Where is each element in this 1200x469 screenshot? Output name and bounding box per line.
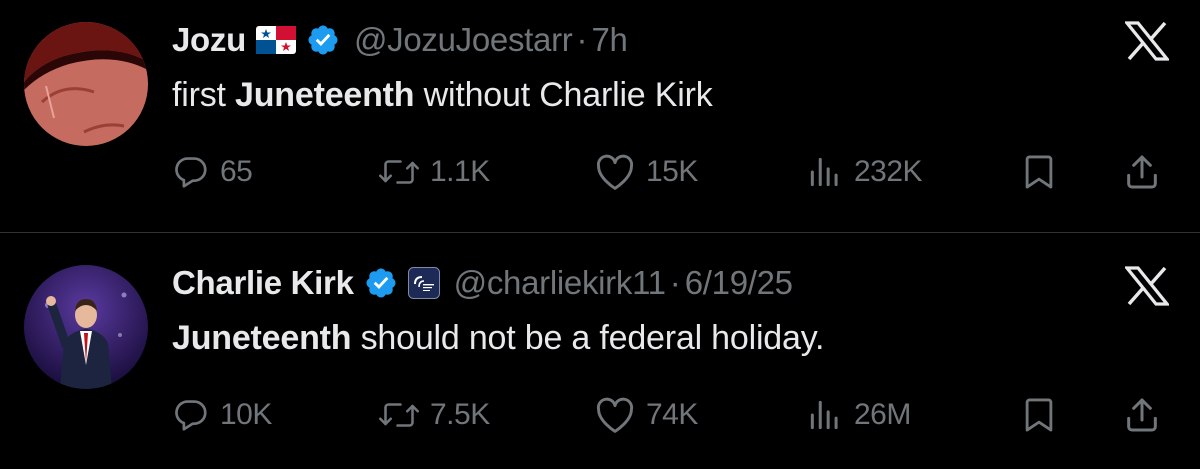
share-icon bbox=[1122, 152, 1162, 192]
like-count: 74K bbox=[646, 398, 698, 431]
bookmark-icon bbox=[1020, 152, 1058, 192]
turning-point-usa-affiliate-icon[interactable] bbox=[407, 267, 440, 299]
views-chart-icon bbox=[806, 153, 844, 191]
user-handle[interactable]: @JozuJoestarr bbox=[354, 21, 573, 59]
reply-icon bbox=[172, 153, 210, 191]
reply-button[interactable]: 10K bbox=[172, 393, 272, 437]
reply-count: 65 bbox=[220, 155, 253, 188]
tweet-header: Jozu @JozuJoestarr · 7h bbox=[172, 18, 628, 62]
verified-badge-icon[interactable] bbox=[306, 23, 340, 57]
like-count: 15K bbox=[646, 155, 698, 188]
views-button[interactable]: 232K bbox=[806, 150, 923, 194]
repost-icon bbox=[378, 396, 420, 434]
tweet-text-bold: Juneteenth bbox=[235, 76, 415, 114]
like-button[interactable]: 15K bbox=[594, 150, 698, 194]
repost-count: 1.1K bbox=[430, 155, 490, 188]
repost-button[interactable]: 7.5K bbox=[378, 393, 490, 437]
tweet-text-bold: Juneteenth bbox=[172, 319, 352, 357]
verified-badge-icon[interactable] bbox=[364, 266, 398, 300]
display-name[interactable]: Charlie Kirk bbox=[172, 264, 354, 302]
reply-count: 10K bbox=[220, 398, 272, 431]
tweet[interactable]: Charlie Kirk @charliekirk11 · 6/19/25 Ju… bbox=[0, 233, 1200, 469]
like-button[interactable]: 74K bbox=[594, 393, 698, 437]
view-count: 232K bbox=[854, 155, 923, 188]
tweet-text-pre: first bbox=[172, 76, 236, 114]
avatar[interactable] bbox=[24, 265, 148, 389]
view-count: 26M bbox=[854, 398, 911, 431]
display-name[interactable]: Jozu bbox=[172, 21, 246, 59]
repost-button[interactable]: 1.1K bbox=[378, 150, 490, 194]
tweet-text: Juneteenth should not be a federal holid… bbox=[172, 319, 824, 358]
panama-flag-icon bbox=[255, 26, 296, 54]
reply-button[interactable]: 65 bbox=[172, 150, 253, 194]
bookmark-icon bbox=[1020, 395, 1058, 435]
heart-icon bbox=[594, 396, 636, 434]
tweet[interactable]: Jozu @JozuJoestarr · 7h first Juneteenth… bbox=[0, 0, 1200, 232]
repost-icon bbox=[378, 153, 420, 191]
action-bar: 65 1.1K 15K 232K bbox=[0, 150, 1200, 194]
bookmark-button[interactable] bbox=[1020, 393, 1058, 437]
tweet-text: first Juneteenth without Charlie Kirk bbox=[172, 76, 713, 115]
share-button[interactable] bbox=[1122, 150, 1162, 194]
avatar[interactable] bbox=[24, 22, 148, 146]
reply-icon bbox=[172, 396, 210, 434]
views-button[interactable]: 26M bbox=[806, 393, 911, 437]
tweet-header: Charlie Kirk @charliekirk11 · 6/19/25 bbox=[172, 261, 793, 305]
timestamp[interactable]: 7h bbox=[591, 21, 627, 59]
share-button[interactable] bbox=[1122, 393, 1162, 437]
views-chart-icon bbox=[806, 396, 844, 434]
action-bar: 10K 7.5K 74K 26M bbox=[0, 393, 1200, 437]
timestamp[interactable]: 6/19/25 bbox=[685, 264, 793, 302]
heart-icon bbox=[594, 153, 636, 191]
tweet-text-post: without Charlie Kirk bbox=[414, 76, 713, 114]
separator-dot: · bbox=[669, 264, 681, 301]
x-logo-icon bbox=[1124, 18, 1170, 64]
tweet-text-post: should not be a federal holiday. bbox=[351, 319, 825, 357]
repost-count: 7.5K bbox=[430, 398, 490, 431]
user-handle[interactable]: @charliekirk11 bbox=[454, 264, 666, 302]
bookmark-button[interactable] bbox=[1020, 150, 1058, 194]
separator-dot: · bbox=[576, 21, 588, 58]
share-icon bbox=[1122, 395, 1162, 435]
x-logo-icon bbox=[1124, 263, 1170, 309]
